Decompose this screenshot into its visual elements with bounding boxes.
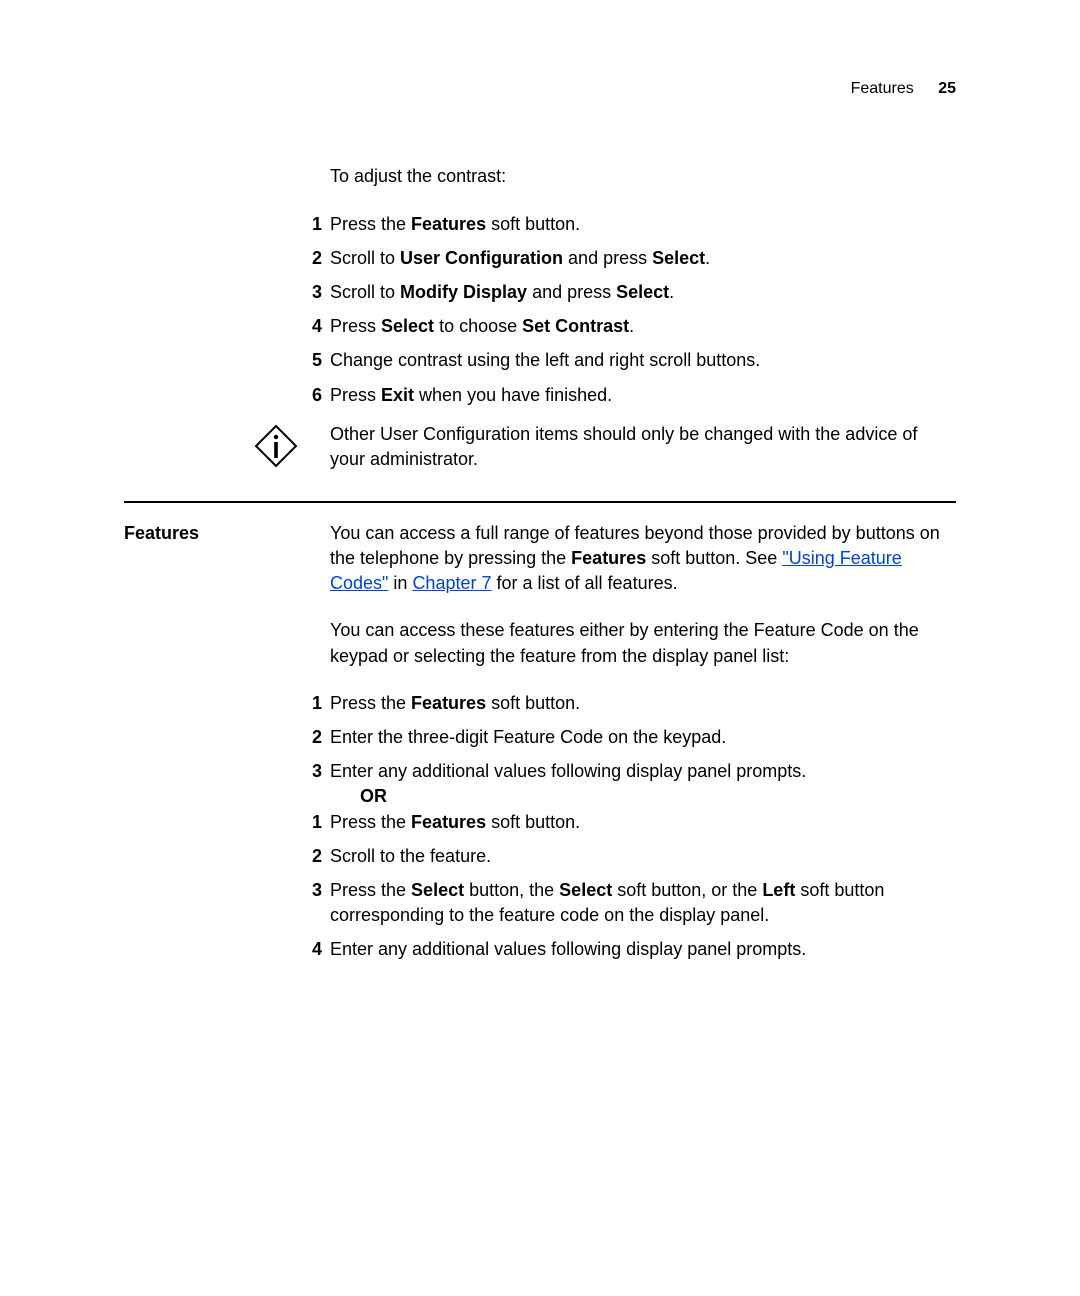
or-separator: OR <box>360 784 956 809</box>
list-item: Press the Features soft button. <box>300 810 956 835</box>
list-item: Press Exit when you have finished. <box>300 383 956 408</box>
info-text: Other User Configuration items should on… <box>330 422 956 472</box>
feature-steps-b: Press the Features soft button. Scroll t… <box>300 810 956 963</box>
list-item: Press Select to choose Set Contrast. <box>300 314 956 339</box>
list-item: Scroll to the feature. <box>300 844 956 869</box>
contrast-intro: To adjust the contrast: <box>330 164 956 189</box>
list-item: Enter any additional values following di… <box>300 759 956 809</box>
list-item: Press the Select button, the Select soft… <box>300 878 956 928</box>
header-page-number: 25 <box>938 80 956 97</box>
section-divider <box>124 501 956 503</box>
list-item: Change contrast using the left and right… <box>300 348 956 373</box>
feature-steps-a: Press the Features soft button. Enter th… <box>300 691 956 810</box>
header-section: Features <box>851 80 914 97</box>
page-header: Features 25 <box>124 78 956 100</box>
list-item: Press the Features soft button. <box>300 212 956 237</box>
contrast-steps: Press the Features soft button. Scroll t… <box>300 212 956 408</box>
list-item: Scroll to User Configuration and press S… <box>300 246 956 271</box>
list-item: Enter the three-digit Feature Code on th… <box>300 725 956 750</box>
link-chapter-7[interactable]: Chapter 7 <box>412 573 491 593</box>
section-heading: Features <box>124 521 330 546</box>
features-paragraph-2: You can access these features either by … <box>330 618 956 668</box>
list-item: Press the Features soft button. <box>300 691 956 716</box>
list-item: Enter any additional values following di… <box>300 937 956 962</box>
info-note: Other User Configuration items should on… <box>254 422 956 475</box>
features-paragraph-1: You can access a full range of features … <box>330 521 956 597</box>
list-item: Scroll to Modify Display and press Selec… <box>300 280 956 305</box>
info-icon <box>254 424 298 475</box>
